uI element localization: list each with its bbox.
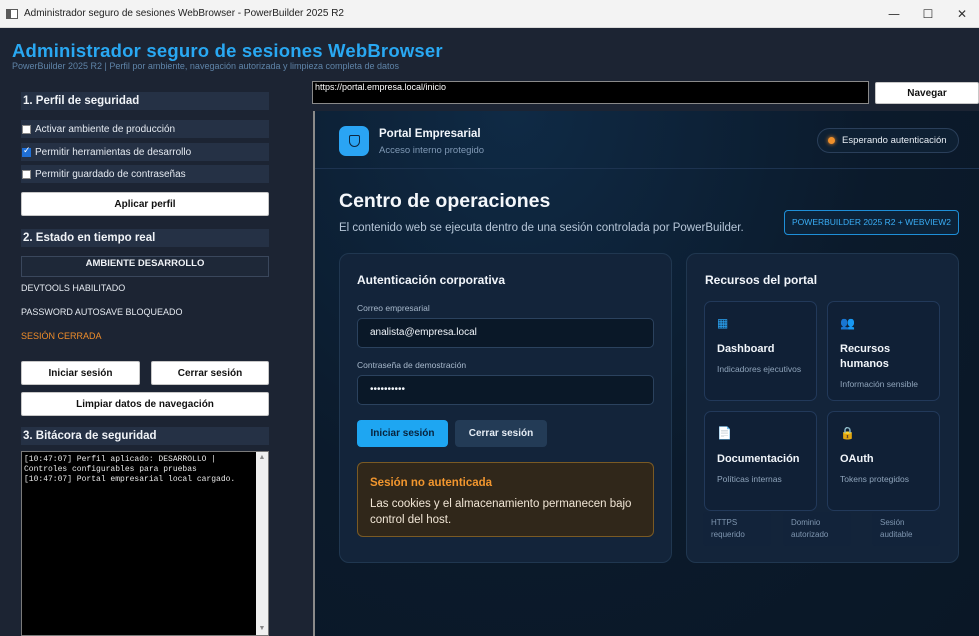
alert-body: Las cookies y el almacenamiento permanec… xyxy=(370,498,632,526)
scroll-up-icon[interactable]: ▲ xyxy=(256,452,268,464)
checkbox-label: Permitir guardado de contraseñas xyxy=(35,168,186,180)
checkbox-icon[interactable] xyxy=(22,169,31,179)
resource-subtitle: Indicadores ejecutivos xyxy=(717,364,802,374)
login-card: Autenticación corporativa Correo empresa… xyxy=(339,253,672,563)
minimize-button[interactable]: — xyxy=(877,0,911,28)
clear-browsing-data-button[interactable]: Limpiar datos de navegación xyxy=(21,392,269,416)
navigate-button[interactable]: Navegar xyxy=(875,82,979,104)
app-icon xyxy=(6,8,18,19)
resource-documentation[interactable]: 📄 Documentación Políticas internas xyxy=(704,411,817,511)
chip-line: HTTPS xyxy=(711,518,738,527)
status-dot-icon xyxy=(828,137,835,144)
people-icon: 👥 xyxy=(840,316,855,330)
resource-title: Dashboard xyxy=(717,343,775,355)
resource-title: Recursos humanos xyxy=(840,343,891,370)
chip-line: Sesión xyxy=(880,518,905,527)
portal-header: Portal Empresarial Acceso interno proteg… xyxy=(315,111,979,169)
apply-profile-button[interactable]: Aplicar perfil xyxy=(21,192,269,216)
devtools-status: DEVTOOLS HABILITADO xyxy=(21,283,126,293)
domain-chip: Dominio autorizado xyxy=(783,512,851,546)
document-icon: 📄 xyxy=(717,426,732,440)
url-input[interactable]: https://portal.empresa.local/inicio xyxy=(312,81,869,104)
window-title: Administrador seguro de sesiones WebBrow… xyxy=(24,8,344,19)
https-chip: HTTPS requerido xyxy=(703,512,771,546)
window-titlebar: Administrador seguro de sesiones WebBrow… xyxy=(0,0,979,28)
auth-status-badge: Esperando autenticación xyxy=(817,128,959,153)
shield-icon xyxy=(339,126,369,156)
password-status: PASSWORD AUTOSAVE BLOQUEADO xyxy=(21,307,183,317)
web-browser-pane[interactable]: Portal Empresarial Acceso interno proteg… xyxy=(313,111,979,636)
password-field[interactable]: •••••••••• xyxy=(357,375,654,405)
profile-heading: 1. Perfil de seguridad xyxy=(21,92,269,110)
resource-subtitle: Información sensible xyxy=(840,379,918,389)
resources-title: Recursos del portal xyxy=(705,273,818,287)
chip-line: autorizado xyxy=(791,530,829,539)
checkbox-production[interactable]: Activar ambiente de producción xyxy=(21,120,269,138)
checkbox-label: Permitir herramientas de desarrollo xyxy=(35,146,192,158)
checkbox-password-save[interactable]: Permitir guardado de contraseñas xyxy=(21,165,269,183)
log-scrollbar[interactable]: ▲ ▼ xyxy=(256,452,268,635)
portal-logout-button[interactable]: Cerrar sesión xyxy=(455,420,547,447)
log-heading: 3. Bitácora de seguridad xyxy=(21,427,269,445)
environment-indicator: AMBIENTE DESARROLLO xyxy=(21,256,269,277)
email-field[interactable]: analista@empresa.local xyxy=(357,318,654,348)
status-heading: 2. Estado en tiempo real xyxy=(21,229,269,247)
session-alert: Sesión no autenticada Las cookies y el a… xyxy=(357,462,654,537)
resources-card: Recursos del portal ▦ Dashboard Indicado… xyxy=(686,253,959,563)
checkbox-checked-icon[interactable] xyxy=(22,146,31,157)
chip-line: Dominio xyxy=(791,518,821,527)
session-status: SESIÓN CERRADA xyxy=(21,331,102,341)
dashboard-icon: ▦ xyxy=(717,316,729,330)
powerbuilder-tag: POWERBUILDER 2025 R2 + WEBVIEW2 xyxy=(784,210,959,235)
resource-title: OAuth xyxy=(840,453,874,465)
close-button[interactable]: ✕ xyxy=(945,0,979,28)
app-window: Administrador seguro de sesiones WebBrow… xyxy=(0,28,979,636)
chip-line: requerido xyxy=(711,530,745,539)
resource-oauth[interactable]: 🔒 OAuth Tokens protegidos xyxy=(827,411,940,511)
checkbox-icon[interactable] xyxy=(22,124,31,134)
portal-subtitle: Acceso interno protegido xyxy=(379,145,485,156)
app-title: Administrador seguro de sesiones WebBrow… xyxy=(12,40,443,61)
auth-status-text: Esperando autenticación xyxy=(842,135,947,146)
resource-subtitle: Políticas internas xyxy=(717,474,782,484)
log-text: [10:47:07] Perfil aplicado: DESARROLLO |… xyxy=(24,455,236,484)
logout-button[interactable]: Cerrar sesión xyxy=(151,361,269,385)
app-subtitle: PowerBuilder 2025 R2 | Perfil por ambien… xyxy=(12,61,400,71)
window-controls: — ☐ ✕ xyxy=(877,0,979,28)
password-label: Contraseña de demostración xyxy=(357,360,467,370)
security-log[interactable]: [10:47:07] Perfil aplicado: DESARROLLO |… xyxy=(21,451,269,636)
portal-login-button[interactable]: Iniciar sesión xyxy=(357,420,448,447)
hero-title: Centro de operaciones xyxy=(339,190,551,212)
lock-icon: 🔒 xyxy=(840,426,855,440)
checkbox-label: Activar ambiente de producción xyxy=(35,123,176,135)
hero-subtitle: El contenido web se ejecuta dentro de un… xyxy=(339,222,744,234)
maximize-button[interactable]: ☐ xyxy=(911,0,945,28)
resource-dashboard[interactable]: ▦ Dashboard Indicadores ejecutivos xyxy=(704,301,817,401)
resource-hr[interactable]: 👥 Recursos humanos Información sensible xyxy=(827,301,940,401)
login-card-title: Autenticación corporativa xyxy=(357,273,506,287)
login-button[interactable]: Iniciar sesión xyxy=(21,361,140,385)
chip-line: auditable xyxy=(880,530,913,539)
resource-subtitle: Tokens protegidos xyxy=(840,474,909,484)
checkbox-devtools[interactable]: Permitir herramientas de desarrollo xyxy=(21,143,269,161)
portal-name: Portal Empresarial xyxy=(379,128,481,140)
scroll-down-icon[interactable]: ▼ xyxy=(256,623,268,635)
email-label: Correo empresarial xyxy=(357,303,430,313)
session-chip: Sesión auditable xyxy=(872,512,940,546)
resource-title: Documentación xyxy=(717,453,800,465)
alert-title: Sesión no autenticada xyxy=(370,477,493,489)
